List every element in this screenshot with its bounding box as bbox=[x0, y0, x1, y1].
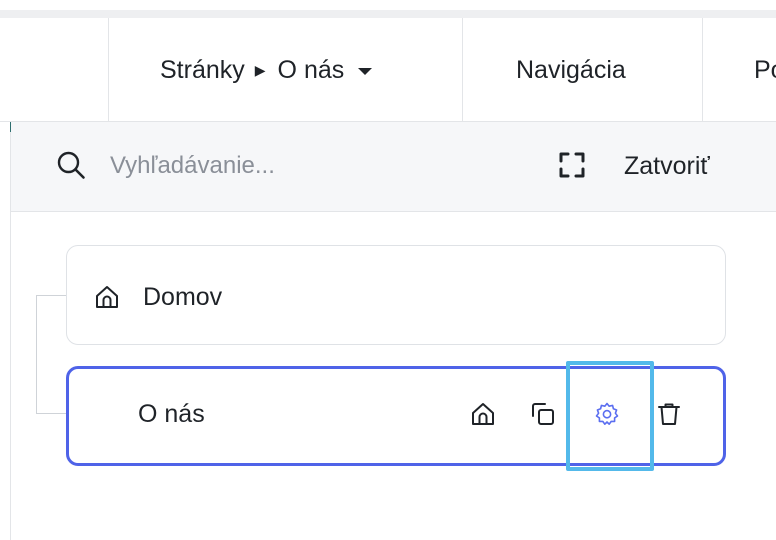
tab-partial-label: Po bbox=[754, 55, 776, 84]
page-item-label: O nás bbox=[138, 400, 205, 428]
trash-icon[interactable] bbox=[656, 401, 682, 427]
page-item-label: Domov bbox=[143, 283, 223, 311]
top-toolbar bbox=[0, 18, 776, 122]
expand-icon[interactable] bbox=[558, 151, 586, 179]
toolbar-divider bbox=[462, 18, 463, 122]
tab-partial[interactable]: Po bbox=[754, 18, 776, 122]
breadcrumb-root[interactable]: Stránky bbox=[160, 56, 245, 85]
breadcrumb-current[interactable]: O nás bbox=[278, 56, 345, 85]
tab-navigation[interactable]: Navigácia bbox=[516, 18, 626, 122]
tree-connector bbox=[36, 413, 66, 414]
search-input[interactable] bbox=[110, 146, 490, 186]
caret-right-icon: ▶ bbox=[254, 61, 266, 78]
copy-icon[interactable] bbox=[530, 401, 556, 427]
home-icon bbox=[96, 286, 118, 308]
search-icon bbox=[57, 151, 85, 179]
top-strip bbox=[0, 10, 776, 18]
breadcrumb[interactable]: Stránky ▶ O nás bbox=[160, 18, 373, 122]
tab-navigation-label: Navigácia bbox=[516, 55, 626, 84]
home-icon[interactable] bbox=[470, 401, 496, 427]
close-button-label: Zatvoriť bbox=[624, 151, 710, 180]
tree-connector bbox=[36, 295, 66, 296]
toolbar-divider bbox=[108, 18, 109, 122]
toolbar-divider bbox=[702, 18, 703, 122]
tree-connector bbox=[36, 295, 37, 413]
highlight-box bbox=[566, 361, 654, 471]
chevron-down-icon[interactable] bbox=[358, 68, 373, 75]
close-button[interactable]: Zatvoriť bbox=[624, 146, 710, 186]
